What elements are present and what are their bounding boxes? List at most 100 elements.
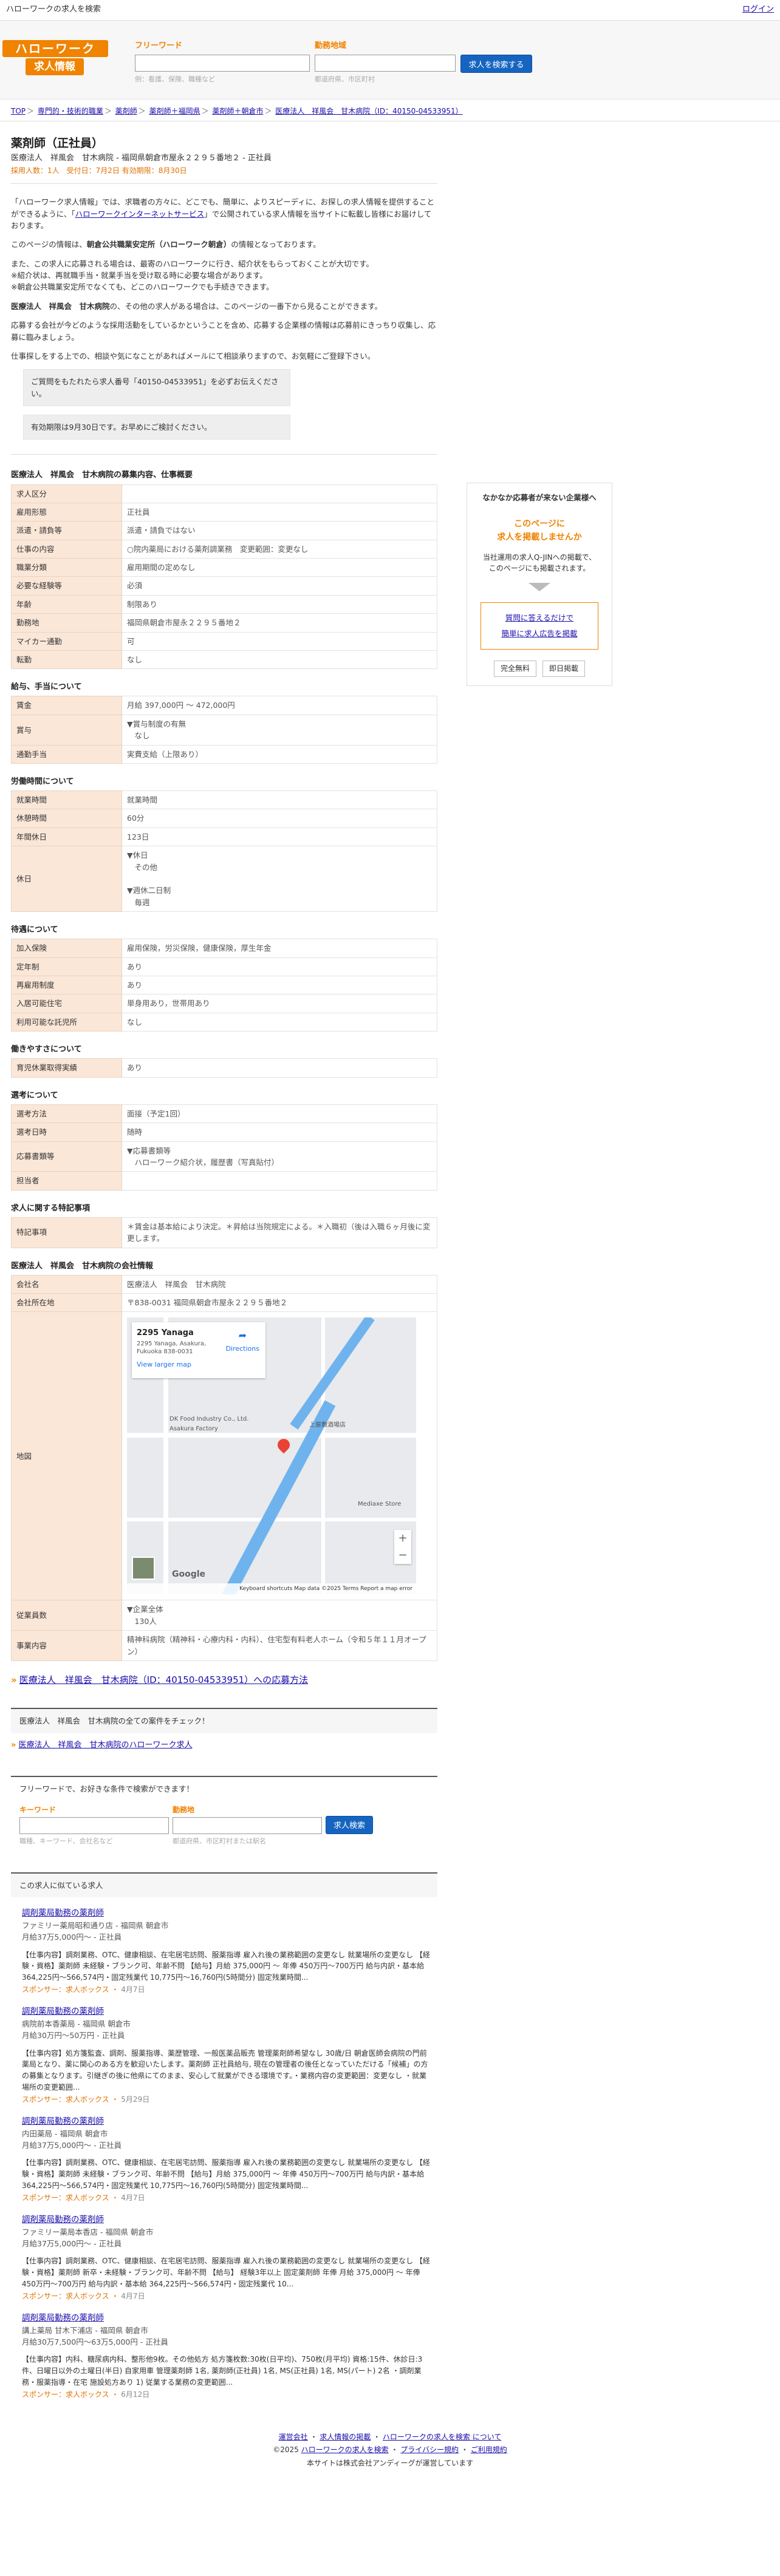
related-job-title-link[interactable]: 調剤薬局勤務の薬剤師: [22, 2007, 104, 2016]
info-row: 事業内容 精神科病院（精神科・心療内科・内科）、住宅型有料老人ホーム（令和５年１１…: [11, 1630, 437, 1661]
employer-ad-text2: このページにも掲載されます。: [488, 564, 590, 573]
zoom-in-icon[interactable]: +: [394, 1530, 411, 1547]
zoom-control[interactable]: + −: [394, 1530, 411, 1565]
related-job-date: 4月7日: [121, 1985, 145, 1994]
info-value: あり: [121, 957, 437, 976]
employer-ad-badges: 完全無料 即日掲載: [474, 661, 604, 677]
employer-ad-cta[interactable]: 質問に答えるだけで 簡単に求人広告を掲載: [481, 602, 598, 650]
login-link[interactable]: ログイン: [742, 4, 774, 16]
divider: [11, 454, 437, 455]
map-place-store: 上屋敷酒場店: [309, 1422, 346, 1429]
info-row: 担当者: [11, 1171, 437, 1191]
page-title: 薬剤師（正社員）: [11, 137, 104, 150]
sponsor-label: スポンサー：求人ボックス: [22, 2292, 109, 2301]
all-jobs-link[interactable]: 医療法人 祥風会 甘木病院のハローワーク求人: [19, 1741, 193, 1750]
info-value: 実費支給（上限あり）: [121, 744, 437, 764]
special-table: 特記事項 ＊賃金は基本給により決定。＊昇給は当院規定による。＊入職初（後は入職６ヶ…: [11, 1217, 437, 1248]
related-job-title-link[interactable]: 調剤薬局勤務の薬剤師: [22, 2215, 104, 2224]
info-label: 求人区分: [11, 484, 122, 503]
hellowork-internet-link[interactable]: ハローワークインターネットサービス: [75, 209, 205, 219]
breadcrumb-occupation[interactable]: 薬剤師: [115, 107, 137, 115]
google-map[interactable]: 2295 Yanaga 2295 Yanaga, Asakura, Fukuok…: [127, 1317, 416, 1595]
employer-ad-text1: 当社運用の求人Q-JINへの掲載で、: [482, 552, 597, 562]
company-table: 会社名 医療法人 祥風会 甘木病院 会社所在地 〒838-0031 福岡県朝倉市屋永２…: [11, 1274, 437, 1661]
info-label: 定年制: [11, 957, 122, 976]
map-pin-icon[interactable]: [275, 1436, 293, 1454]
section-title-main: 医療法人 祥風会 甘木病院の募集内容、仕事概要: [11, 471, 193, 480]
free-search-button[interactable]: 求人検索: [326, 1815, 374, 1834]
view-larger-map-link[interactable]: View larger map: [137, 1359, 261, 1370]
footer-terms-link[interactable]: ご利用規約: [471, 2445, 507, 2454]
footer-about-link[interactable]: ハローワークの求人を検索 について: [383, 2433, 501, 2441]
main-content: なかなか応募者が来ない企業様へ このページに 求人を掲載しませんか 当社運用の求…: [11, 469, 769, 2470]
map-place-factory: DK Food Industry Co., Ltd. Asakura Facto…: [169, 1416, 249, 1432]
related-job-pay: 月給37万5,000円〜 - 正社員: [22, 2141, 122, 2150]
area-input[interactable]: [315, 55, 456, 72]
intro-p7: 応募する会社が今どのような採用活動をしているかということを含め、応募する企業様の…: [11, 321, 436, 342]
info-row: 必要な経験等 必須: [11, 576, 437, 596]
employer-ad: なかなか応募者が来ない企業様へ このページに 求人を掲載しませんか 当社運用の求…: [467, 483, 612, 686]
info-row: 休日 ▼休日 その他 ▼週休二日制 毎週: [11, 846, 437, 912]
related-job-sponsor: スポンサー：求人ボックス ・ 4月7日: [22, 1985, 145, 1994]
related-job-item: 調剤薬局勤務の薬剤師 病院前本香薬局 - 福岡県 朝倉市 月給30万円〜50万円 -…: [11, 1996, 437, 2105]
info-row: 再雇用制度 あり: [11, 975, 437, 995]
main-table: 求人区分 雇用形態 正社員 派遣・請負等 派遣・請負ではない 仕事の内容 ○院内薬局における…: [11, 484, 437, 670]
info-row: 転勤 なし: [11, 650, 437, 670]
breadcrumb-category[interactable]: 専門的・技術的職業: [38, 107, 103, 115]
free-search-form: キーワード 職種、キーワード、会社名など 勤務地 都道府県、市区町村または駅名 …: [19, 1804, 429, 1846]
apply-method-link[interactable]: 医療法人 祥風会 甘木病院（ID：40150-04533951）への応募方法: [19, 1674, 308, 1685]
site-name: ハローワークの求人を検索: [6, 5, 101, 15]
related-job-pay: 月給37万5,000円〜 - 正社員: [22, 2239, 122, 2249]
site-logo[interactable]: ハローワーク 求人情報: [2, 40, 108, 76]
search-button[interactable]: 求人を検索する: [460, 55, 532, 73]
intro-p5: ※朝倉公共職業安定所でなくても、どこのハローワークでも手続きできます。: [11, 282, 274, 292]
breadcrumb-top[interactable]: TOP: [11, 107, 26, 115]
info-label: 休日: [11, 846, 122, 912]
sponsor-label: スポンサー：求人ボックス: [22, 2095, 109, 2104]
directions-button[interactable]: ➦ Directions: [226, 1328, 259, 1354]
breadcrumb: TOP ＞ 専門的・技術的職業＞ 薬剤師＞ 薬剤師＋福岡県＞ 薬剤師＋朝倉市＞ 医…: [0, 100, 780, 121]
satellite-toggle[interactable]: [132, 1557, 155, 1580]
related-job-title-link[interactable]: 調剤薬局勤務の薬剤師: [22, 1908, 104, 1918]
breadcrumb-current[interactable]: 医療法人 祥風会 甘木病院（ID：40150-04533951）: [275, 107, 462, 115]
logo-line1: ハローワーク: [2, 40, 108, 57]
info-value: 医療法人 祥風会 甘木病院: [121, 1274, 437, 1294]
related-job-employer: 病院前本香薬局 - 福岡県 朝倉市: [22, 2019, 131, 2028]
footer-post-link[interactable]: 求人情報の掲載: [320, 2433, 371, 2441]
free-keyword-input[interactable]: [19, 1816, 169, 1834]
related-job-date: 5月29日: [121, 2095, 150, 2104]
divider: [11, 183, 437, 185]
employer-ad-link2[interactable]: 簡単に求人広告を掲載: [501, 629, 577, 638]
breadcrumb-city[interactable]: 薬剤師＋朝倉市: [212, 107, 263, 115]
related-job-title-link[interactable]: 調剤薬局勤務の薬剤師: [22, 2116, 104, 2126]
info-label: 加入保険: [11, 939, 122, 958]
info-value: 随時: [121, 1123, 437, 1142]
zoom-out-icon[interactable]: −: [394, 1547, 411, 1564]
footer-company-link[interactable]: 運営会社: [279, 2433, 308, 2441]
info-row: 入居可能住宅 単身用あり，世帯用あり: [11, 994, 437, 1013]
map-place-mediaxe: Mediaxe Store: [358, 1501, 402, 1508]
info-row: 勤務地 福岡県朝倉市屋永２２９５番地２: [11, 613, 437, 633]
intro-p6b: の、その他の求人がある場合は、このページの一番下から見ることができます。: [109, 301, 383, 311]
intro-p1a: 「ハローワーク求人情報」では、求職者の方々に、: [11, 197, 186, 207]
info-label: 利用可能な託児所: [11, 1012, 122, 1032]
related-job-sponsor: スポンサー：求人ボックス ・ 6月12日: [22, 2390, 150, 2399]
keyword-input[interactable]: [135, 55, 310, 72]
free-area-input[interactable]: [173, 1816, 322, 1834]
all-jobs-block: 医療法人 祥風会 甘木病院の全ての案件をチェック！: [11, 1708, 437, 1733]
footer-privacy-link[interactable]: プライバシー規約: [400, 2445, 459, 2454]
info-label: 年齢: [11, 594, 122, 614]
related-job-title-link[interactable]: 調剤薬局勤務の薬剤師: [22, 2313, 104, 2323]
employer-ad-link1[interactable]: 質問に答えるだけで: [505, 613, 573, 622]
employer-ad-line2: 求人を掲載しませんか: [497, 532, 582, 543]
intro-text: 「ハローワーク求人情報」では、求職者の方々に、どこでも、簡単に、よりスピーディに…: [11, 196, 437, 362]
footer-home-link[interactable]: ハローワークの求人を検索: [301, 2445, 389, 2454]
info-label: 就業時間: [11, 790, 122, 810]
info-row: 育児休業取得実績 あり: [11, 1058, 437, 1078]
info-row: 定年制 あり: [11, 957, 437, 976]
free-area-label: 勤務地: [173, 1806, 195, 1815]
info-label: 賞与: [11, 714, 122, 746]
info-row: マイカー通勤可: [11, 631, 437, 651]
directions-icon: ➦: [238, 1330, 247, 1342]
breadcrumb-prefecture[interactable]: 薬剤師＋福岡県: [149, 107, 200, 115]
